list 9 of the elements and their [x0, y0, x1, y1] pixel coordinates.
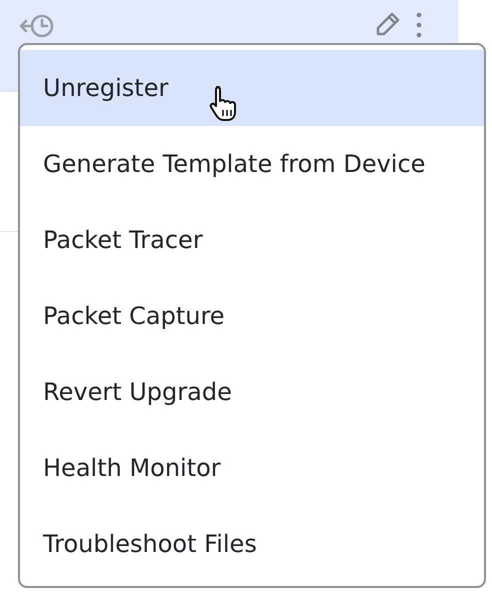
- menu-item[interactable]: Generate Template from Device: [20, 126, 484, 202]
- edit-icon[interactable]: [374, 10, 402, 38]
- menu-item[interactable]: Troubleshoot Files: [20, 506, 484, 582]
- menu-item[interactable]: Health Monitor: [20, 430, 484, 506]
- menu-item[interactable]: Packet Tracer: [20, 202, 484, 278]
- more-options-icon[interactable]: [416, 12, 422, 38]
- menu-item[interactable]: Packet Capture: [20, 278, 484, 354]
- menu-item[interactable]: Unregister: [20, 50, 484, 126]
- menu-item[interactable]: Revert Upgrade: [20, 354, 484, 430]
